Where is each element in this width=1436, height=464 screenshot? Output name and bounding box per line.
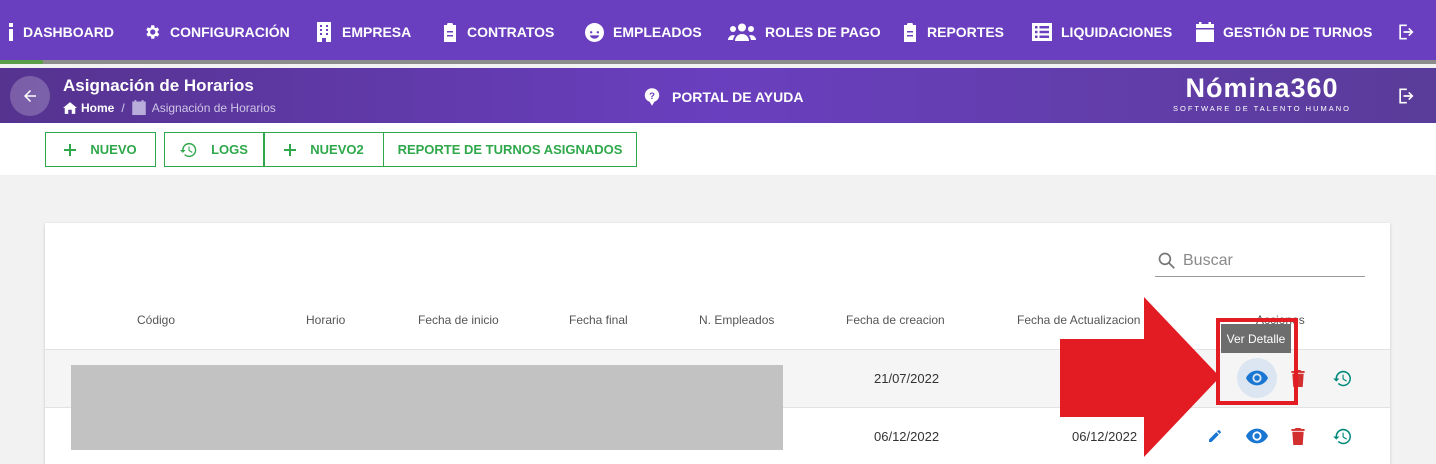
nav-gestion-de-turnos[interactable]: GESTIÓN DE TURNOS: [1196, 0, 1372, 64]
column-header-fecha-inicio[interactable]: Fecha de inicio: [418, 313, 499, 327]
page-header: Asignación de Horarios Home / Asignación…: [0, 68, 1436, 123]
reporte-turnos-button[interactable]: REPORTE DE TURNOS ASIGNADOS: [383, 132, 637, 167]
plus-icon: [64, 143, 77, 156]
search-input[interactable]: [1183, 251, 1353, 270]
nav-reportes[interactable]: REPORTES: [902, 0, 1004, 64]
calendar-icon: [131, 100, 146, 115]
face-icon: [585, 22, 604, 42]
history-button[interactable]: [1322, 416, 1362, 456]
calendar-icon: [1196, 22, 1214, 42]
nav-reportes-label: REPORTES: [927, 24, 1005, 40]
help-icon: ?: [644, 88, 660, 106]
breadcrumb-home[interactable]: Home: [81, 101, 114, 115]
trash-icon: [1291, 427, 1305, 445]
nuevo2-button-label: NUEVO2: [310, 142, 364, 157]
building-icon: [317, 22, 331, 42]
list-icon: [1032, 23, 1052, 41]
nav-configuracion-label: CONFIGURACIÓN: [170, 24, 290, 40]
loading-progress-bar: [0, 60, 1436, 64]
nuevo-button[interactable]: NUEVO: [45, 132, 156, 167]
nav-logout-button[interactable]: [1396, 22, 1416, 47]
nav-empleados-label: EMPLEADOS: [613, 24, 702, 40]
nav-gestion-de-turnos-label: GESTIÓN DE TURNOS: [1223, 24, 1373, 40]
action-toolbar: NUEVO LOGS NUEVO2 REPORTE DE TURNOS ASIG…: [0, 123, 1436, 175]
history-button[interactable]: [1322, 358, 1362, 398]
column-header-n-empleados[interactable]: N. Empleados: [699, 313, 774, 327]
column-header-fecha-final[interactable]: Fecha final: [569, 313, 628, 327]
nav-empresa[interactable]: EMPRESA: [315, 0, 411, 64]
history-icon: [1332, 428, 1351, 444]
top-navbar: DASHBOARD CONFIGURACIÓN EMPRESA CONTRATO…: [0, 0, 1436, 64]
annotation-arrow: [1060, 297, 1220, 457]
logout-icon: [1399, 24, 1414, 40]
svg-text:?: ?: [649, 91, 655, 102]
nav-contratos[interactable]: CONTRATOS: [442, 0, 554, 64]
nav-empresa-label: EMPRESA: [342, 24, 412, 40]
plus-icon: [284, 143, 297, 156]
nuevo-button-label: NUEVO: [90, 142, 137, 157]
brand-logo: Nómina360 SOFTWARE DE TALENTO HUMANO: [1172, 74, 1352, 113]
column-header-horario[interactable]: Horario: [306, 313, 345, 327]
gear-icon: [146, 25, 160, 39]
home-icon: [63, 101, 77, 114]
page-title: Asignación de Horarios: [63, 76, 254, 95]
breadcrumb-separator: /: [121, 100, 125, 115]
column-header-fecha-creacion[interactable]: Fecha de creacion: [846, 313, 945, 327]
nav-roles-de-pago[interactable]: ROLES DE PAGO: [728, 0, 881, 64]
history-icon: [1332, 370, 1351, 386]
cell-fecha-creacion: 06/12/2022: [874, 429, 940, 444]
users-icon: [728, 23, 756, 41]
help-portal-label: PORTAL DE AYUDA: [672, 89, 804, 105]
logs-button-label: LOGS: [211, 142, 248, 157]
header-logout-button[interactable]: [1396, 86, 1416, 111]
breadcrumb-current: Asignación de Horarios: [151, 100, 276, 115]
search-icon: [1158, 252, 1175, 269]
nav-liquidaciones[interactable]: LIQUIDACIONES: [1032, 0, 1172, 64]
nav-contratos-label: CONTRATOS: [467, 24, 555, 40]
cell-fecha-creacion: 21/07/2022: [874, 371, 940, 386]
column-header-codigo[interactable]: Código: [137, 313, 175, 327]
logs-button[interactable]: LOGS: [164, 132, 264, 167]
tooltip-ver-detalle: Ver Detalle: [1221, 324, 1291, 353]
delete-button[interactable]: [1278, 416, 1318, 456]
history-icon: [180, 142, 197, 157]
breadcrumb: Home / Asignación de Horarios: [63, 100, 276, 115]
back-button[interactable]: [10, 76, 50, 116]
brand-tagline: SOFTWARE DE TALENTO HUMANO: [1173, 104, 1351, 113]
redacted-area: [71, 365, 783, 450]
arrow-left-icon: [24, 90, 36, 102]
search-box: [1155, 245, 1365, 277]
logout-icon: [1399, 88, 1414, 104]
nav-dashboard[interactable]: DASHBOARD: [8, 0, 114, 64]
clipboard-icon: [904, 22, 916, 42]
nav-liquidaciones-label: LIQUIDACIONES: [1061, 24, 1173, 40]
view-detail-button[interactable]: [1237, 416, 1277, 456]
reporte-turnos-button-label: REPORTE DE TURNOS ASIGNADOS: [397, 142, 623, 157]
nuevo2-button[interactable]: NUEVO2: [264, 132, 384, 167]
brand-name: Nómina360: [1185, 73, 1339, 103]
loading-progress-fill: [0, 60, 44, 64]
nav-dashboard-label: DASHBOARD: [23, 24, 114, 40]
clipboard-icon: [444, 22, 456, 42]
eye-icon: [1246, 428, 1268, 444]
nav-configuracion[interactable]: CONFIGURACIÓN: [143, 0, 290, 64]
nav-roles-de-pago-label: ROLES DE PAGO: [765, 24, 881, 40]
nav-empleados[interactable]: EMPLEADOS: [585, 0, 702, 64]
dashboard-icon: [9, 23, 13, 41]
help-portal-link[interactable]: ? PORTAL DE AYUDA: [644, 88, 803, 106]
